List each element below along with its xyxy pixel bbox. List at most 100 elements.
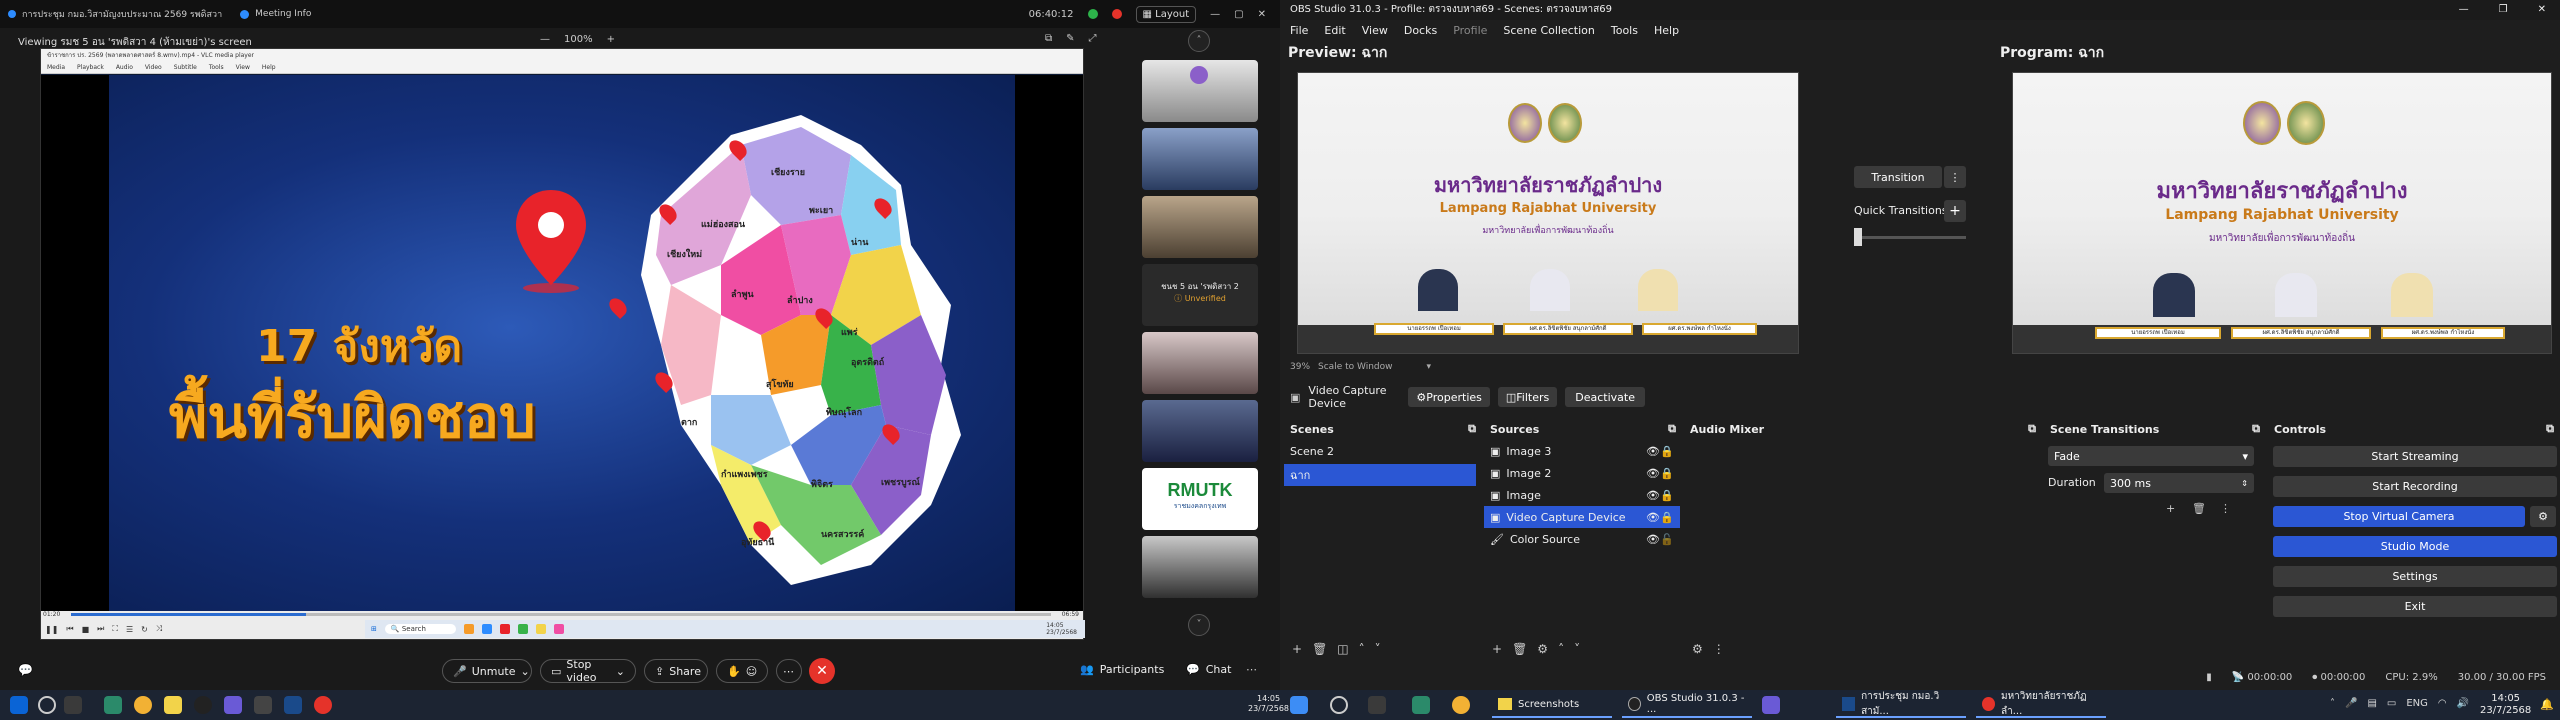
- leave-button[interactable]: ✕: [809, 658, 835, 684]
- task-view-icon[interactable]: [1368, 696, 1386, 714]
- gear-icon[interactable]: ⚙: [2530, 506, 2556, 527]
- participant-tile[interactable]: [1142, 332, 1258, 394]
- scene-item-selected[interactable]: ฉาก: [1284, 464, 1476, 486]
- edge-icon[interactable]: [1412, 696, 1430, 714]
- mic-icon[interactable]: 🎤: [2345, 698, 2357, 709]
- network-icon[interactable]: ▤: [2367, 698, 2376, 709]
- app-icon[interactable]: [284, 696, 302, 714]
- app-icon[interactable]: [1762, 696, 1780, 714]
- vlc-menu-item[interactable]: View: [236, 62, 250, 73]
- next-icon[interactable]: ⏭: [97, 624, 104, 634]
- clock[interactable]: 14:05 23/7/2568: [2480, 693, 2531, 717]
- participant-tile[interactable]: ชนช 5 อน 'รพดิสวา 2 ⓘ Unverified: [1142, 264, 1258, 326]
- vlc-menu-item[interactable]: Playback: [77, 62, 104, 73]
- up-icon[interactable]: ˄: [1558, 642, 1564, 656]
- windows-start-icon[interactable]: [10, 696, 28, 714]
- scene-item[interactable]: Scene 2: [1284, 440, 1480, 462]
- eye-icon[interactable]: 👁: [1646, 489, 1660, 502]
- transition-menu-icon[interactable]: ⋮: [1944, 166, 1966, 188]
- lock-icon[interactable]: 🔒: [1660, 511, 1674, 524]
- tbar-slider[interactable]: [1854, 236, 1966, 239]
- maximize-icon[interactable]: ▢: [1234, 9, 1243, 20]
- record-icon[interactable]: [1111, 9, 1122, 19]
- source-item-selected[interactable]: ▣ Video Capture Device 👁 🔒: [1484, 506, 1680, 528]
- dock-popout-icon[interactable]: ⧉: [1468, 422, 1476, 436]
- menu-icon[interactable]: ⋮: [2220, 502, 2231, 515]
- close-icon[interactable]: ✕: [2538, 0, 2546, 20]
- participant-tile[interactable]: [1142, 60, 1258, 122]
- notification-icon[interactable]: 🔔: [2540, 698, 2554, 711]
- chrome-icon[interactable]: [314, 696, 332, 714]
- lock-icon[interactable]: 🔒: [1660, 489, 1674, 502]
- vlc-seekbar[interactable]: [71, 613, 1051, 616]
- popout-icon[interactable]: ⧉: [1045, 33, 1052, 44]
- gear-icon[interactable]: ⚙: [1537, 642, 1548, 656]
- down-icon[interactable]: ˅: [1574, 642, 1580, 656]
- duration-input[interactable]: 300 ms ⇕: [2104, 473, 2254, 493]
- start-recording-button[interactable]: Start Recording: [2273, 476, 2557, 497]
- add-icon[interactable]: +: [1292, 642, 1302, 656]
- app-icon[interactable]: [224, 696, 242, 714]
- source-item[interactable]: ▣ Image 2 👁 🔒: [1484, 462, 1680, 484]
- audio-menu-icon[interactable]: ⋮: [1713, 642, 1725, 656]
- unmute-button[interactable]: 🎤 Unmute ⌄: [442, 659, 532, 683]
- transition-button[interactable]: Transition: [1854, 166, 1942, 188]
- menu-docks[interactable]: Docks: [1404, 24, 1437, 37]
- fullscreen-vlc-icon[interactable]: ⛶: [112, 624, 118, 634]
- close-icon[interactable]: ✕: [1258, 9, 1266, 20]
- menu-edit[interactable]: Edit: [1324, 24, 1345, 37]
- participant-tile[interactable]: [1142, 128, 1258, 190]
- volume-icon[interactable]: 🔊: [2457, 698, 2469, 709]
- settings-button[interactable]: Settings: [2273, 566, 2557, 587]
- info-icon[interactable]: [240, 9, 250, 19]
- eye-icon[interactable]: 👁: [1646, 511, 1660, 524]
- vlc-menu-item[interactable]: Tools: [209, 62, 224, 73]
- menu-profile[interactable]: Profile: [1453, 24, 1487, 37]
- zoom-out-icon[interactable]: —: [540, 34, 550, 45]
- eye-icon[interactable]: 👁: [1646, 467, 1660, 480]
- restore-icon[interactable]: ❐: [2499, 0, 2508, 20]
- obs-icon[interactable]: [194, 696, 212, 714]
- up-icon[interactable]: ˄: [1359, 642, 1365, 656]
- stop-video-button[interactable]: ▭ Stop video ⌄: [540, 658, 636, 684]
- captions-icon[interactable]: 💬: [18, 663, 33, 677]
- filter-icon[interactable]: ◫: [1337, 642, 1348, 656]
- preview-canvas[interactable]: มหาวิทยาลัยราชภัฏลำปาง Lampang Rajabhat …: [1297, 72, 1799, 354]
- dock-popout-icon[interactable]: ⧉: [1668, 422, 1676, 436]
- start-streaming-button[interactable]: Start Streaming: [2273, 446, 2557, 467]
- vlc-menu-item[interactable]: Audio: [116, 62, 133, 73]
- loop-icon[interactable]: ↻: [141, 625, 148, 634]
- chevron-up-icon[interactable]: ˄: [2330, 698, 2335, 709]
- properties-button[interactable]: ⚙ Properties: [1408, 387, 1490, 407]
- menu-file[interactable]: File: [1290, 24, 1308, 37]
- task-view-icon[interactable]: [64, 696, 82, 714]
- participant-tile[interactable]: RMUTK ราชมงคลกรุงเทพ: [1142, 468, 1258, 530]
- prev-icon[interactable]: ⏮: [66, 624, 73, 634]
- share-button[interactable]: ⇪ Share: [644, 659, 708, 683]
- trash-icon[interactable]: 🗑: [1512, 642, 1527, 656]
- menu-scene-collection[interactable]: Scene Collection: [1503, 24, 1594, 37]
- source-item[interactable]: ▣ Image 3 👁 🔒: [1484, 440, 1680, 462]
- source-item[interactable]: ▣ Image 👁 🔒: [1484, 484, 1680, 506]
- participants-button[interactable]: 👥 Participants: [1080, 663, 1164, 676]
- wifi-icon[interactable]: ◠: [2438, 698, 2447, 709]
- minimize-icon[interactable]: —: [1210, 9, 1220, 20]
- windows-start-icon[interactable]: [1290, 696, 1308, 714]
- menu-help[interactable]: Help: [1654, 24, 1679, 37]
- menu-tools[interactable]: Tools: [1611, 24, 1638, 37]
- zoom-in-icon[interactable]: +: [607, 34, 615, 45]
- search-icon[interactable]: [38, 696, 56, 714]
- annotate-icon[interactable]: ✎: [1066, 33, 1074, 44]
- chat-button[interactable]: 💬 Chat: [1186, 663, 1231, 676]
- fullscreen-icon[interactable]: ⤢: [1089, 33, 1097, 44]
- studio-mode-button[interactable]: Studio Mode: [2273, 536, 2557, 557]
- stop-icon[interactable]: ■: [82, 625, 90, 634]
- reactions-button[interactable]: ✋ ☺: [716, 659, 768, 683]
- lock-icon[interactable]: 🔒: [1660, 445, 1674, 458]
- add-icon[interactable]: +: [2166, 502, 2175, 515]
- shuffle-icon[interactable]: ⤨: [156, 624, 162, 634]
- dock-popout-icon[interactable]: ⧉: [2546, 422, 2554, 436]
- play-pause-icon[interactable]: ❚❚: [45, 625, 58, 634]
- add-icon[interactable]: +: [1492, 642, 1502, 656]
- dock-popout-icon[interactable]: ⧉: [2028, 422, 2036, 436]
